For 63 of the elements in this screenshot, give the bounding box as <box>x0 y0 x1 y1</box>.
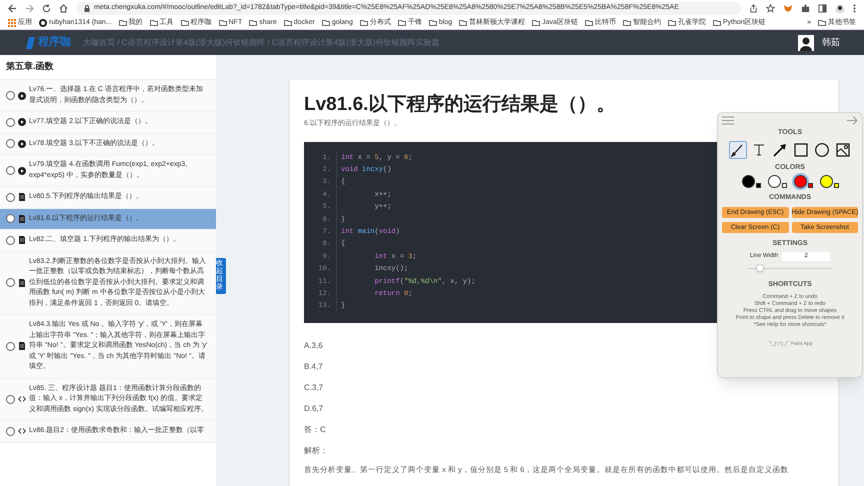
folder-icon <box>218 20 227 26</box>
answer-text: 答：C <box>304 424 326 435</box>
play-icon <box>18 166 26 174</box>
folder-icon <box>532 20 540 26</box>
option-text: C.3,7 <box>304 382 324 393</box>
folder-icon <box>322 20 330 26</box>
user-name[interactable]: 韩茹 <box>822 36 840 50</box>
line-width-slider[interactable] <box>748 264 832 272</box>
home-icon[interactable] <box>59 4 68 13</box>
code-icon <box>18 427 26 436</box>
question-title: Lv81.6.以下程序的运行结果是（）。 <box>304 92 616 117</box>
play-icon <box>18 118 26 126</box>
play-icon <box>18 92 26 100</box>
tool-button[interactable] <box>812 140 830 158</box>
code-icon <box>18 395 26 404</box>
color-swatch[interactable] <box>794 175 812 188</box>
tool-button[interactable] <box>792 140 810 158</box>
option-text: B.4,7 <box>304 360 323 372</box>
image-icon <box>834 142 850 158</box>
lock-icon <box>84 5 90 12</box>
folder-icon <box>118 20 127 26</box>
logo-icon <box>24 36 36 50</box>
folder-icon <box>584 20 593 26</box>
folder-icon <box>622 20 631 26</box>
slider-thumb[interactable] <box>756 264 764 272</box>
apps-icon <box>8 19 16 27</box>
analysis-label: 解析： <box>304 444 328 456</box>
rectangle-icon <box>792 142 808 158</box>
avatar-icon[interactable] <box>835 4 845 14</box>
puzzle-icon[interactable] <box>801 4 810 13</box>
folder-icon <box>180 20 189 26</box>
arrow-icon <box>772 142 788 158</box>
sidebar-icon[interactable] <box>818 4 827 13</box>
document-icon <box>18 193 26 202</box>
folder-icon <box>284 20 292 26</box>
document-icon <box>18 342 26 350</box>
reload-icon[interactable] <box>42 4 51 13</box>
document-icon <box>18 236 26 244</box>
folder-icon <box>360 20 368 26</box>
color-swatch[interactable] <box>742 175 760 188</box>
color-swatch[interactable] <box>820 175 838 188</box>
avatar-icon[interactable] <box>798 34 814 50</box>
document-icon <box>18 214 26 223</box>
document-icon <box>18 278 26 287</box>
folder-icon <box>668 20 676 26</box>
option-text: D.6,7 <box>304 402 324 414</box>
share-icon[interactable] <box>749 4 758 13</box>
folder-icon <box>428 20 437 26</box>
star-icon[interactable] <box>766 4 775 13</box>
folder-icon <box>712 20 721 26</box>
back-icon[interactable] <box>8 4 17 13</box>
folder-icon <box>818 20 826 26</box>
color-swatch[interactable] <box>768 175 786 188</box>
circle-icon <box>814 142 830 158</box>
play-icon <box>18 140 26 148</box>
folder-icon <box>249 20 258 26</box>
tool-button[interactable] <box>834 140 852 158</box>
folder-icon <box>459 20 468 26</box>
more-icon[interactable] <box>853 4 856 13</box>
folder-icon <box>398 20 406 26</box>
fox-icon[interactable] <box>783 4 793 13</box>
folder-icon <box>150 20 158 26</box>
option-text: A.3,6 <box>304 340 323 351</box>
